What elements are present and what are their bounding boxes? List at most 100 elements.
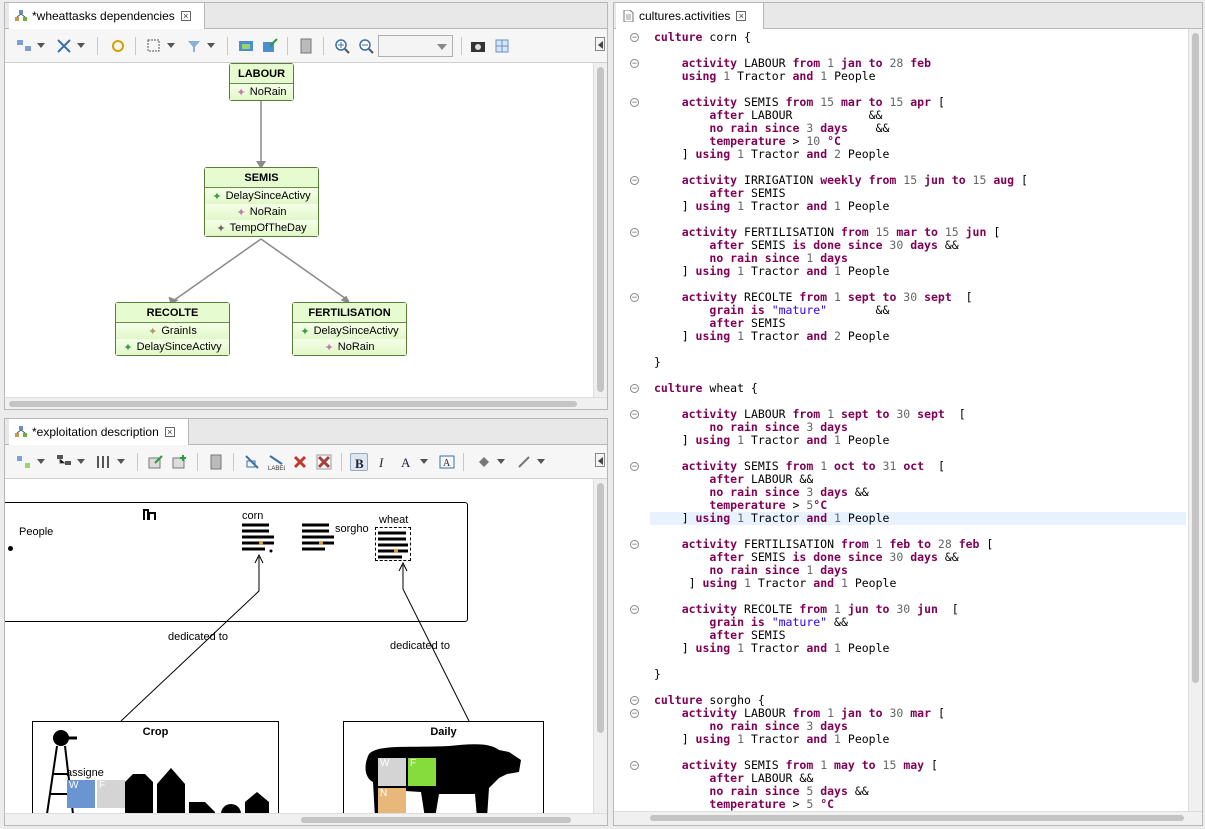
tab-wheattasks-dependencies[interactable]: *wheattasks dependencies × [9, 3, 205, 29]
task-node-recolte[interactable]: RECOLTE ✦ GrainIs ✦ DelaySinceActivy [115, 302, 230, 356]
fold-toggle-icon[interactable]: − [630, 410, 639, 419]
code-token: days [820, 719, 848, 733]
work-resource-f[interactable]: F [97, 780, 125, 808]
code-token: LABOUR && [750, 771, 814, 785]
fill-color-icon[interactable] [475, 453, 505, 471]
edit-icon[interactable] [147, 453, 165, 471]
code-token: after [709, 238, 751, 252]
crop-container[interactable]: Crop assigne W F [32, 721, 279, 825]
code-line: ] using 1 Tractor and 1 People [654, 577, 1186, 590]
task-node-semis[interactable]: SEMIS ✦ DelaySinceActivy ✦ NoRain ✦ TempOfT… [204, 167, 319, 237]
code-token: jun [924, 173, 952, 187]
horizontal-scrollbar[interactable] [5, 813, 607, 825]
tree-layout-icon[interactable] [55, 453, 85, 471]
toolbar-separator [233, 453, 234, 471]
task-node-fertilisation[interactable]: FERTILISATION ✦ DelaySinceActivy ✦ NoRain [292, 302, 407, 356]
code-line: } [654, 356, 1186, 369]
fold-toggle-icon[interactable]: − [630, 59, 639, 68]
code-token: 15 [903, 173, 925, 187]
print-icon[interactable] [297, 37, 315, 55]
italic-button[interactable]: I [374, 453, 392, 471]
work-resource-w[interactable]: W [67, 780, 95, 808]
minimize-view-button[interactable] [595, 453, 605, 467]
add-element-icon[interactable] [171, 453, 189, 471]
filter-icon[interactable] [185, 37, 215, 55]
camera-icon[interactable] [469, 37, 487, 55]
export-image-icon[interactable] [237, 37, 255, 55]
font-color-icon[interactable]: A [398, 453, 428, 471]
green-star-icon: ✦ [123, 341, 133, 354]
code-token: Tractor [750, 732, 807, 746]
code-token: 15 [875, 225, 897, 239]
zoom-out-icon[interactable] [357, 37, 375, 55]
code-token: to [875, 602, 897, 616]
node-condition: ✦ DelaySinceActivy [205, 188, 318, 204]
toolbar-separator [323, 37, 324, 55]
delete-from-model-icon[interactable] [315, 453, 333, 471]
code-line: ] using 1 Tractor and 1 People [654, 512, 1186, 525]
edit-diagram-icon[interactable] [261, 37, 279, 55]
minimize-view-button[interactable] [595, 37, 605, 51]
tab-exploitation-description[interactable]: *exploitation description × [9, 419, 189, 445]
grid-icon[interactable] [493, 37, 511, 55]
fold-toggle-icon[interactable]: − [630, 98, 639, 107]
fold-toggle-icon[interactable]: − [630, 33, 639, 42]
fold-toggle-icon[interactable]: − [630, 228, 639, 237]
layout-icon[interactable] [15, 37, 45, 55]
fold-toggle-icon[interactable]: − [630, 696, 639, 705]
code-token: activity [681, 537, 745, 551]
work-resource-w[interactable]: W [378, 758, 406, 786]
code-line: ] using 1 Tractor and 1 People [654, 642, 1186, 655]
refresh-icon[interactable] [109, 37, 127, 55]
close-icon[interactable]: × [164, 427, 175, 437]
work-resource-n[interactable]: N [378, 788, 406, 816]
fold-toggle-icon[interactable]: − [630, 293, 639, 302]
task-node-labour[interactable]: LABOUR ✦ NoRain [229, 63, 294, 101]
layout-icon[interactable] [15, 453, 45, 471]
horizontal-scrollbar[interactable] [5, 397, 607, 409]
fold-toggle-icon[interactable]: − [630, 384, 639, 393]
fold-toggle-icon[interactable]: − [630, 462, 639, 471]
code-token: && [854, 784, 869, 798]
code-token: Tractor [750, 199, 807, 213]
code-token: "mature" [771, 303, 828, 317]
fold-toggle-icon[interactable]: − [630, 761, 639, 770]
select-icon[interactable] [145, 37, 175, 55]
code-token: no rain since [709, 563, 807, 577]
fold-toggle-icon[interactable]: − [630, 605, 639, 614]
fold-toggle-icon[interactable]: − [630, 709, 639, 718]
zoom-combo[interactable] [378, 35, 453, 57]
code-token: 1 [834, 602, 848, 616]
hide-label-icon[interactable]: LABEL [267, 453, 287, 472]
align-icon[interactable] [95, 453, 125, 471]
fold-toggle-icon[interactable]: − [630, 540, 639, 549]
close-icon[interactable]: × [736, 11, 747, 21]
close-icon[interactable]: × [180, 11, 191, 21]
code-token: sept [924, 290, 966, 304]
code-token: and [806, 641, 835, 655]
horizontal-scrollbar[interactable] [614, 811, 1202, 825]
toolbar-separator [197, 453, 198, 471]
delete-icon[interactable] [291, 453, 309, 471]
hide-element-icon[interactable] [243, 453, 261, 471]
bold-button[interactable]: B [350, 453, 368, 471]
vertical-scrollbar[interactable] [593, 63, 607, 397]
print-icon[interactable] [207, 453, 225, 471]
zoom-in-icon[interactable] [333, 37, 351, 55]
tab-cultures-activities[interactable]: cultures.activities × [616, 3, 764, 29]
daily-container[interactable]: Daily W F N [343, 721, 544, 825]
node-title: RECOLTE [116, 303, 229, 323]
code-line: ] using 1 Tractor and 1 People [654, 265, 1186, 278]
vertical-scrollbar[interactable] [593, 479, 607, 813]
line-color-icon[interactable] [515, 453, 545, 471]
code-area[interactable]: − − − − − − − − − − − − − − culture corn { activity L… [614, 29, 1202, 825]
code-token: ] [654, 433, 696, 447]
vertical-scrollbar[interactable] [1188, 29, 1202, 811]
code-token: activity [681, 758, 745, 772]
work-resource-f[interactable]: F [408, 758, 436, 786]
text-style-icon[interactable]: A [438, 453, 456, 471]
fold-toggle-icon[interactable]: − [630, 176, 639, 185]
code-token: Tractor [750, 641, 807, 655]
arrange-icon[interactable] [55, 37, 85, 55]
